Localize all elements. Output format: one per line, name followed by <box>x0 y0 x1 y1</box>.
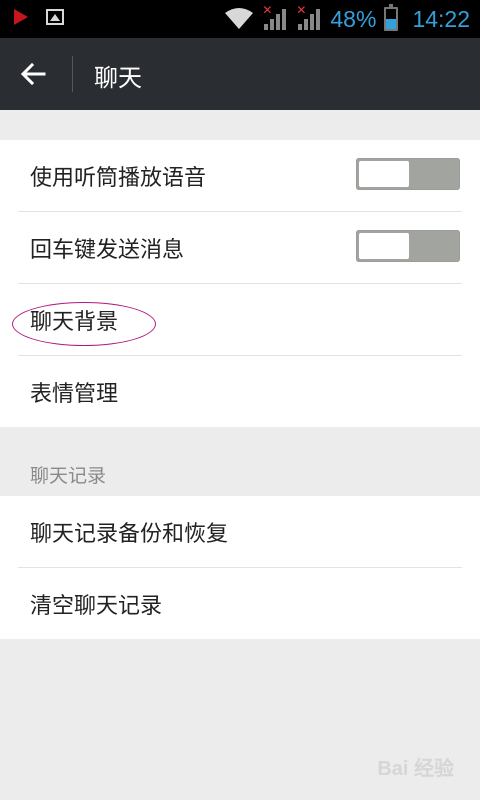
settings-group-general: 使用听筒播放语音 回车键发送消息 聊天背景 表情管理 <box>0 140 480 427</box>
wifi-icon <box>224 7 254 31</box>
gallery-icon <box>46 9 64 25</box>
setting-enter-to-send[interactable]: 回车键发送消息 <box>18 212 462 284</box>
signal-icon: ✕ <box>296 3 322 32</box>
page-title: 聊天 <box>94 64 142 92</box>
status-right: ✕ ✕ 48% 14:22 <box>224 3 470 34</box>
toggle-knob <box>359 161 409 187</box>
setting-label: 聊天背景 <box>30 310 119 335</box>
status-left <box>14 9 64 25</box>
setting-backup-restore[interactable]: 聊天记录备份和恢复 <box>18 496 462 568</box>
use-earpiece-toggle[interactable] <box>356 158 460 190</box>
setting-emoji-management[interactable]: 表情管理 <box>18 356 462 427</box>
setting-clear-history[interactable]: 清空聊天记录 <box>18 568 462 639</box>
clock: 14:22 <box>412 5 470 32</box>
watermark: Bai 经验 <box>377 758 454 780</box>
section-header-chat-history: 聊天记录 <box>30 465 107 487</box>
setting-label: 使用听筒播放语音 <box>30 166 207 191</box>
settings-group-history: 聊天记录备份和恢复 清空聊天记录 <box>0 496 480 639</box>
setting-label: 聊天记录备份和恢复 <box>30 522 229 547</box>
status-bar: ✕ ✕ 48% 14:22 <box>0 0 480 38</box>
toggle-knob <box>359 233 409 259</box>
action-bar: 聊天 <box>0 38 480 110</box>
back-arrow-icon[interactable] <box>18 60 50 88</box>
setting-chat-background[interactable]: 聊天背景 <box>18 284 462 356</box>
action-bar-divider <box>72 56 73 92</box>
setting-use-earpiece[interactable]: 使用听筒播放语音 <box>18 140 462 212</box>
setting-label: 回车键发送消息 <box>30 238 185 263</box>
battery-percent: 48% <box>330 5 377 32</box>
signal-icon: ✕ <box>262 3 288 32</box>
play-store-icon <box>14 9 28 25</box>
setting-label: 清空聊天记录 <box>30 594 163 619</box>
setting-label: 表情管理 <box>30 382 119 407</box>
enter-to-send-toggle[interactable] <box>356 230 460 262</box>
battery-icon <box>384 4 399 31</box>
